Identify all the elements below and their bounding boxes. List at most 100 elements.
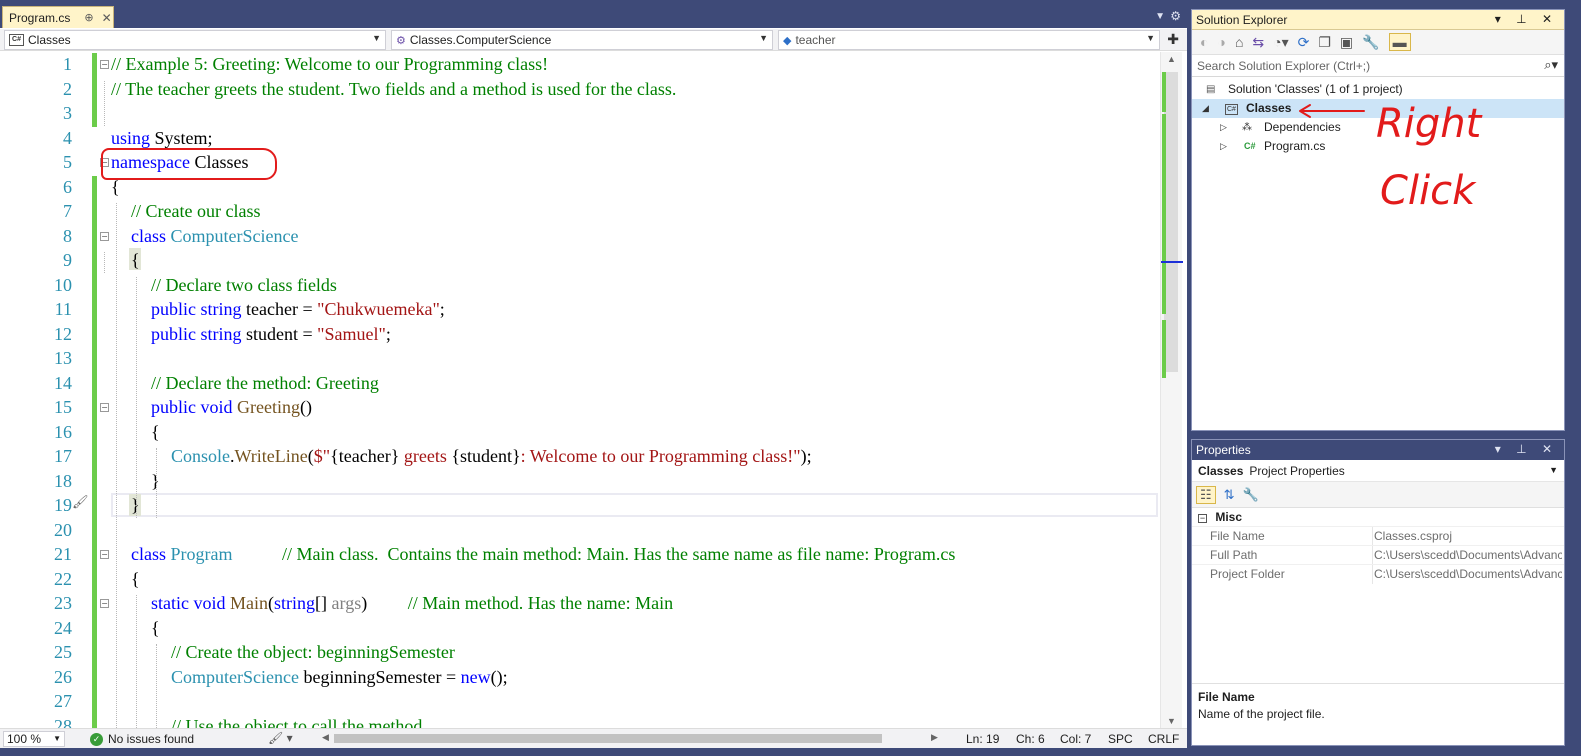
- code-line[interactable]: 3: [0, 101, 1160, 126]
- search-icon[interactable]: ⌕▾: [1544, 57, 1558, 73]
- tab-program-cs[interactable]: Program.cs ⊕ ✕: [2, 6, 114, 28]
- expanded-arrow-icon[interactable]: ◢: [1202, 99, 1209, 118]
- code-line[interactable]: 22 {: [0, 567, 1160, 592]
- home-icon[interactable]: ⌂: [1235, 34, 1243, 50]
- vertical-scroll-thumb[interactable]: [1164, 72, 1178, 372]
- code-line[interactable]: 4 using System;: [0, 126, 1160, 151]
- code-line[interactable]: 24 {: [0, 616, 1160, 641]
- horizontal-scroll-thumb[interactable]: [334, 734, 882, 743]
- code-text: static void Main(string[] args) // Main …: [151, 593, 674, 613]
- properties-panel: Properties ▾ ⊥ ✕ Classes Project Propert…: [1191, 439, 1565, 746]
- tree-item-program-cs[interactable]: ▷ C# Program.cs: [1192, 137, 1564, 156]
- code-line[interactable]: 10 // Declare two class fields: [0, 273, 1160, 298]
- line-number: 24: [54, 617, 72, 638]
- code-line[interactable]: 26 ComputerScience beginningSemester = ne…: [0, 665, 1160, 690]
- panel-title: Properties: [1196, 443, 1251, 457]
- solution-explorer-panel: Solution Explorer ▾ ⊥ ✕ ◐ ◑ ⌂ ⇆ ◔▾ ⟳ ❐ ▣…: [1191, 9, 1565, 431]
- property-row[interactable]: Full Path C:\Users\scedd\Documents\Advanc…: [1192, 545, 1564, 565]
- code-line[interactable]: 23 − static void Main(string[] args) // Ma…: [0, 591, 1160, 616]
- code-line[interactable]: 16 {: [0, 420, 1160, 445]
- scroll-right-icon[interactable]: ▶: [931, 732, 938, 743]
- code-line[interactable]: 14 // Declare the method: Greeting: [0, 371, 1160, 396]
- property-row[interactable]: Project Folder C:\Users\scedd\Documents\A…: [1192, 564, 1564, 584]
- collapse-region-icon[interactable]: −: [100, 231, 109, 241]
- code-line[interactable]: 17 Console.WriteLine($"{teacher} greets {…: [0, 444, 1160, 469]
- code-line[interactable]: 8 − class ComputerScience: [0, 224, 1160, 249]
- code-line[interactable]: 20: [0, 518, 1160, 543]
- panel-title: Solution Explorer: [1196, 12, 1288, 27]
- zoom-dropdown[interactable]: 100 % ▼: [3, 731, 65, 747]
- pin-icon[interactable]: ⊕: [84, 11, 93, 24]
- line-number: 15: [54, 397, 72, 417]
- code-line[interactable]: 13: [0, 346, 1160, 371]
- collapse-icon[interactable]: −: [1198, 514, 1207, 523]
- column-status: Col: 7: [1060, 732, 1092, 746]
- alphabetical-sort-icon[interactable]: ⇅: [1224, 487, 1235, 503]
- tree-item-project-classes[interactable]: ◢ C# Classes: [1192, 99, 1564, 118]
- code-line[interactable]: 19}: [0, 493, 1160, 518]
- collapse-region-icon[interactable]: −: [100, 599, 109, 608]
- split-window-icon[interactable]: ✚: [1167, 31, 1179, 48]
- properties-wrench-icon[interactable]: 🔧: [1362, 34, 1379, 51]
- vertical-scrollbar[interactable]: ▲ ▼: [1160, 52, 1183, 728]
- collapse-all-icon[interactable]: ❐: [1318, 34, 1331, 51]
- panel-window-buttons[interactable]: ▾ ⊥ ✕: [1495, 12, 1558, 26]
- solution-explorer-search[interactable]: Search Solution Explorer (Ctrl+;) ⌕▾: [1192, 55, 1564, 77]
- code-line[interactable]: 1 −// Example 5: Greeting: Welcome to our…: [0, 52, 1160, 77]
- code-line[interactable]: 27: [0, 689, 1160, 714]
- code-line[interactable]: 6{: [0, 175, 1160, 200]
- code-editor[interactable]: Program.cs ⊕ ✕ ▼ ⚙ C# Classes ▼ ⚙ Classe…: [0, 0, 1187, 756]
- collapsed-arrow-icon[interactable]: ▷: [1220, 137, 1227, 156]
- code-text: {: [151, 421, 160, 442]
- whitespace-status[interactable]: SPC: [1108, 732, 1133, 746]
- project-dropdown[interactable]: C# Classes ▼: [4, 30, 386, 50]
- property-row[interactable]: File Name Classes.csproj: [1192, 526, 1564, 546]
- category-misc[interactable]: − Misc: [1192, 508, 1564, 526]
- gear-icon[interactable]: ⚙: [1170, 9, 1181, 23]
- code-line[interactable]: 12 public string student = "Samuel";: [0, 322, 1160, 347]
- line-ending-status[interactable]: CRLF: [1148, 732, 1179, 746]
- back-icon[interactable]: ◐: [1200, 34, 1208, 50]
- collapse-region-icon[interactable]: −: [100, 403, 109, 412]
- collapse-region-icon[interactable]: −: [100, 60, 109, 69]
- tab-list-dropdown-icon[interactable]: ▼: [1155, 11, 1165, 22]
- property-pages-wrench-icon[interactable]: 🔧: [1243, 487, 1259, 503]
- code-line[interactable]: 25 // Create the object: beginningSemeste…: [0, 640, 1160, 665]
- code-line[interactable]: 21 − class Program // Main class. Contains…: [0, 542, 1160, 567]
- quick-action-brush-icon[interactable]: 🖌: [72, 494, 89, 510]
- line-number-status[interactable]: Ln: 19: [966, 732, 999, 746]
- properties-object-selector[interactable]: Classes Project Properties ▼: [1192, 460, 1564, 482]
- categorized-icon[interactable]: ☷: [1196, 485, 1216, 504]
- code-line[interactable]: 15 − public void Greeting(): [0, 395, 1160, 420]
- preview-selected-icon[interactable]: ▬: [1388, 33, 1411, 51]
- issues-indicator[interactable]: ✓ No issues found: [90, 732, 194, 746]
- tab-title: Program.cs: [9, 10, 71, 25]
- panel-window-buttons[interactable]: ▾ ⊥ ✕: [1495, 442, 1558, 456]
- member-dropdown[interactable]: ◆ teacher ▼: [778, 30, 1160, 50]
- tree-item-solution[interactable]: ▤ Solution 'Classes' (1 of 1 project): [1192, 80, 1564, 99]
- code-line[interactable]: 18}: [0, 469, 1160, 494]
- type-dropdown[interactable]: ⚙ Classes.ComputerScience ▼: [391, 30, 773, 50]
- sync-icon[interactable]: ⟳: [1298, 34, 1310, 51]
- tree-item-dependencies[interactable]: ▷ ⁂ Dependencies: [1192, 118, 1564, 137]
- pending-changes-filter-icon[interactable]: ◔▾: [1273, 34, 1288, 51]
- code-line[interactable]: 28 // Use the object to call the method: [0, 714, 1160, 729]
- scroll-left-icon[interactable]: ◀: [322, 732, 329, 743]
- scroll-up-icon[interactable]: ▲: [1167, 54, 1176, 64]
- code-text-area[interactable]: 1−// Example 5: Greeting: Welcome to our…: [0, 52, 1160, 728]
- code-line[interactable]: 5 − namespace Classes: [0, 150, 1160, 175]
- show-all-files-icon[interactable]: ▣: [1340, 34, 1353, 51]
- switch-views-icon[interactable]: ⇆: [1252, 34, 1264, 51]
- code-line[interactable]: 2 // The teacher greets the student. Two …: [0, 77, 1160, 102]
- forward-icon[interactable]: ◑: [1217, 34, 1225, 50]
- code-line[interactable]: 11 public string teacher = "Chukwuemeka";: [0, 297, 1160, 322]
- collapse-region-icon[interactable]: −: [100, 550, 109, 559]
- close-icon[interactable]: ✕: [102, 11, 112, 25]
- scroll-down-icon[interactable]: ▼: [1167, 716, 1176, 726]
- line-number: 8: [63, 225, 72, 246]
- code-line[interactable]: 9{: [0, 248, 1160, 273]
- code-cleanup-icon[interactable]: 🖌 ▾: [268, 731, 293, 745]
- code-line[interactable]: 7 // Create our class: [0, 199, 1160, 224]
- collapsed-arrow-icon[interactable]: ▷: [1220, 118, 1227, 137]
- collapse-region-icon[interactable]: −: [100, 158, 109, 167]
